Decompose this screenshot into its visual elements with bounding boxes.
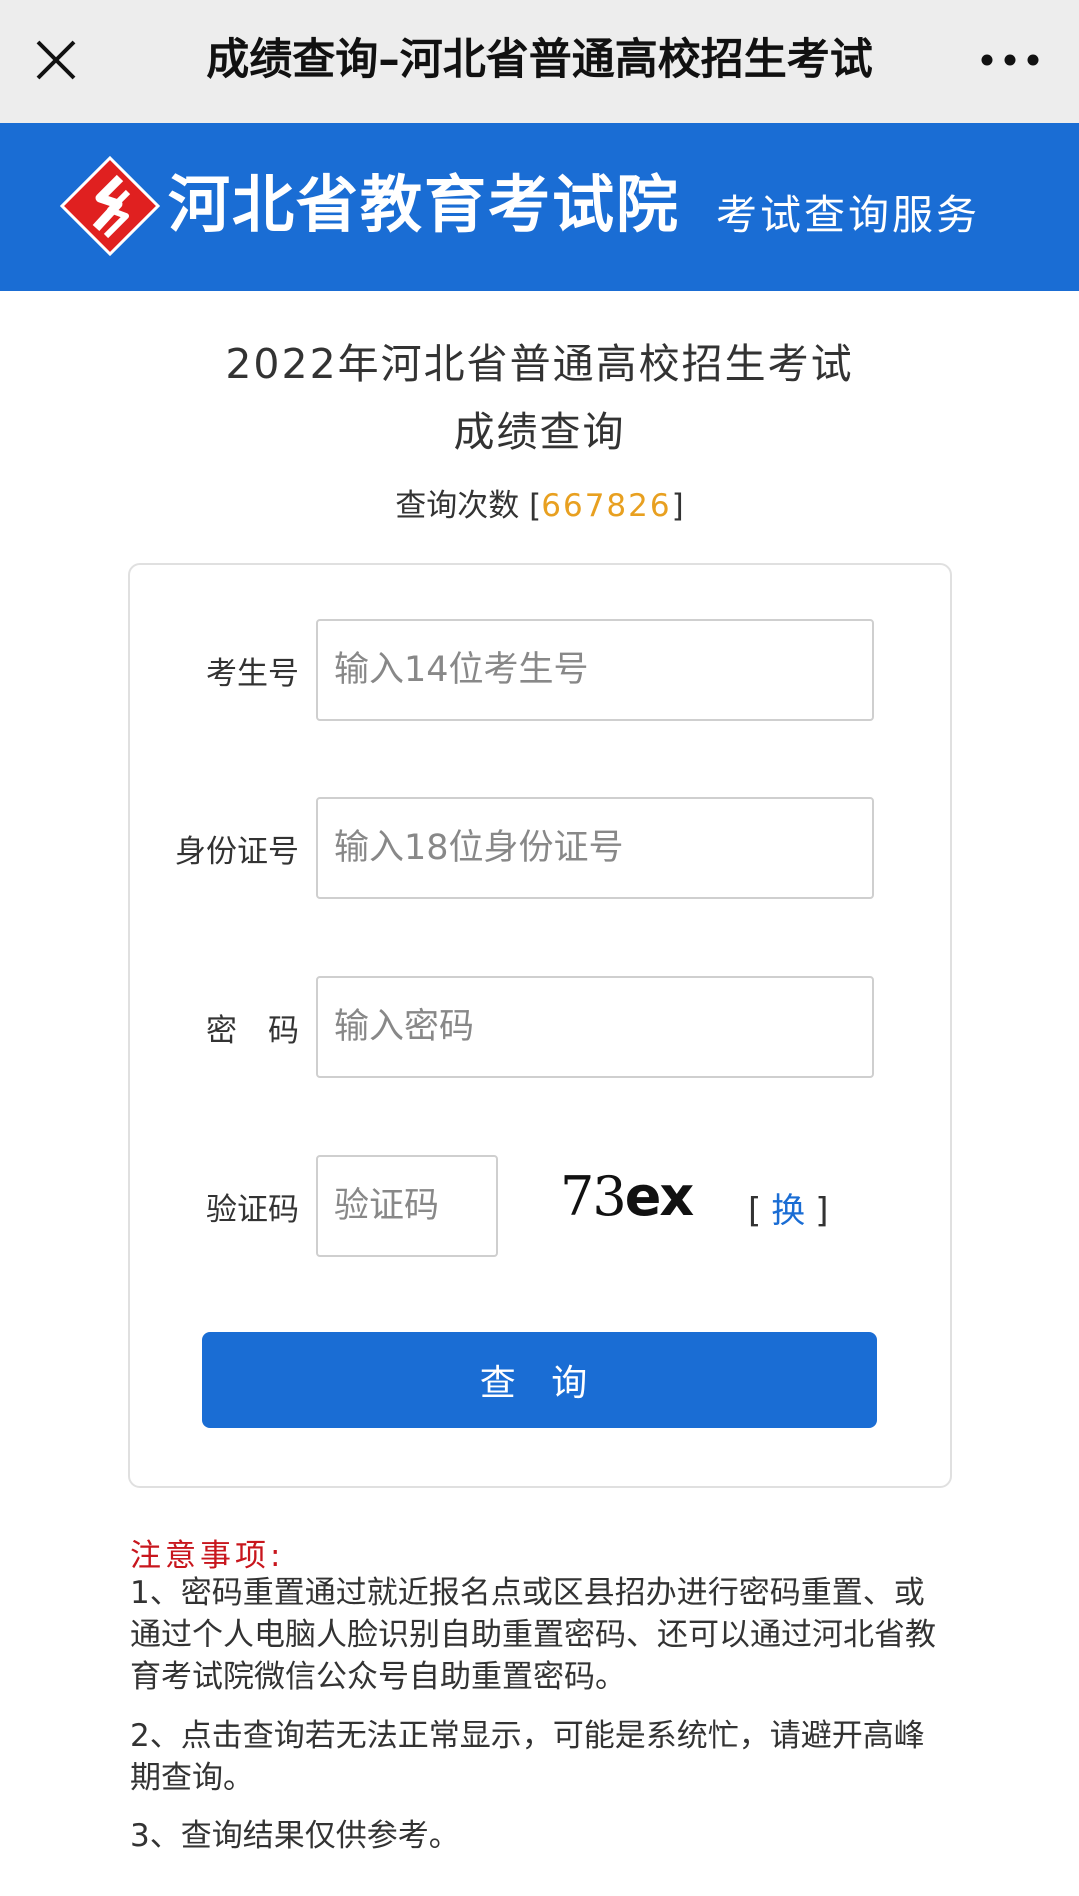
query-count-close-bracket: ]: [671, 488, 684, 524]
captcha-input[interactable]: [316, 1155, 498, 1257]
query-count-label: 查询次数: [395, 488, 520, 524]
exam-number-label: 考生号: [206, 656, 299, 692]
captcha-refresh-link[interactable]: 换: [771, 1191, 805, 1231]
note-item: 1、密码重置通过就近报名点或区县招办进行密码重置、或通过个人电脑人脸识别自助重置…: [130, 1575, 936, 1695]
captcha-refresh: [换]: [748, 1183, 829, 1232]
exam-heading: 2022年河北省普通高校招生考试: [225, 340, 854, 388]
password-input[interactable]: [316, 976, 874, 1078]
nav-bar: 成绩查询–河北省普通高校招生考试: [0, 0, 1079, 123]
captcha-text-a: 73: [560, 1165, 627, 1228]
notes-title: 注意事项:: [130, 1538, 285, 1574]
banner-subtitle: 考试查询服务: [716, 191, 980, 239]
more-icon[interactable]: [975, 38, 1045, 82]
refresh-close-bracket: ]: [815, 1191, 829, 1231]
note-item: 3、查询结果仅供参考。: [130, 1818, 460, 1854]
page-heading: 成绩查询: [453, 408, 626, 456]
id-number-input[interactable]: [316, 797, 874, 899]
note-item: 2、点击查询若无法正常显示，可能是系统忙，请避开高峰期查询。: [130, 1718, 925, 1796]
query-button[interactable]: 查 询: [202, 1332, 877, 1428]
captcha-image[interactable]: 73ex: [560, 1162, 700, 1232]
close-icon[interactable]: [28, 32, 84, 88]
id-number-label: 身份证号: [175, 834, 299, 870]
query-count-value: 667826: [541, 488, 672, 524]
exam-number-input[interactable]: [316, 619, 874, 721]
page-title: 成绩查询–河北省普通高校招生考试: [206, 35, 873, 85]
query-count-open-bracket: [: [529, 488, 542, 524]
refresh-open-bracket: [: [748, 1191, 762, 1231]
captcha-label: 验证码: [206, 1192, 299, 1228]
query-count: 查询次数 [667826]: [0, 480, 1079, 525]
password-label: 密 码: [206, 1013, 299, 1049]
banner-title: 河北省教育考试院: [168, 168, 681, 241]
captcha-text-b: ex: [624, 1165, 694, 1228]
banner: 河北省教育考试院 考试查询服务: [0, 123, 1079, 291]
hebei-exam-logo: [59, 155, 161, 257]
